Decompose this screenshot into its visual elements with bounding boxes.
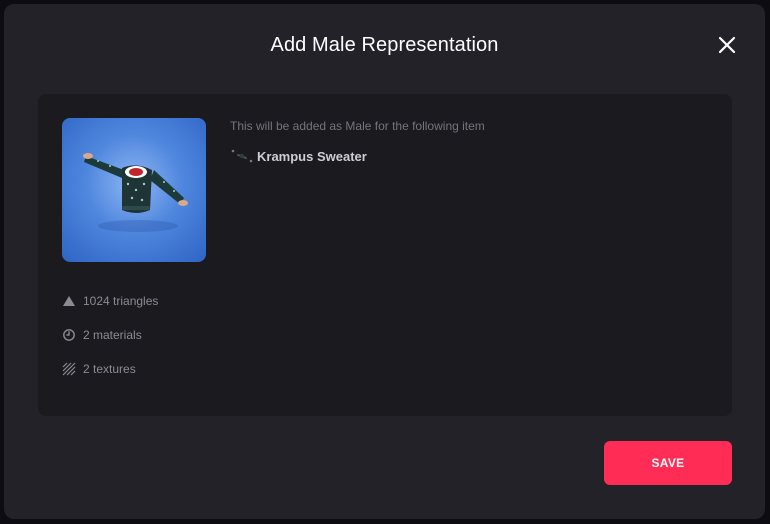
- triangle-icon: [63, 296, 75, 306]
- add-representation-modal: Add Male Representation 1024 triangles 2…: [4, 4, 765, 519]
- item-name: Krampus Sweater: [257, 148, 367, 164]
- triangle-count-label: 1024 triangles: [83, 294, 159, 308]
- material-count-label: 2 materials: [83, 328, 142, 342]
- close-icon: [718, 36, 736, 54]
- target-item: Krampus Sweater: [230, 148, 367, 164]
- sweater-preview-icon: [83, 153, 188, 232]
- triangle-count: 1024 triangles: [62, 294, 158, 308]
- material-count: 2 materials: [62, 328, 142, 342]
- texture-count: 2 textures: [62, 362, 136, 376]
- close-button[interactable]: [717, 35, 737, 55]
- item-details-panel: 1024 triangles 2 materials 2 textures Th…: [38, 94, 732, 416]
- model-preview-thumbnail: [62, 118, 206, 262]
- modal-title: Add Male Representation: [270, 34, 499, 56]
- save-button[interactable]: SAVE: [604, 441, 732, 485]
- texture-count-label: 2 textures: [83, 362, 136, 376]
- clock-icon: [63, 329, 75, 341]
- texture-hatch-icon: [62, 362, 76, 376]
- item-thumbnail-icon: [231, 149, 253, 163]
- representation-description: This will be added as Male for the follo…: [230, 119, 485, 133]
